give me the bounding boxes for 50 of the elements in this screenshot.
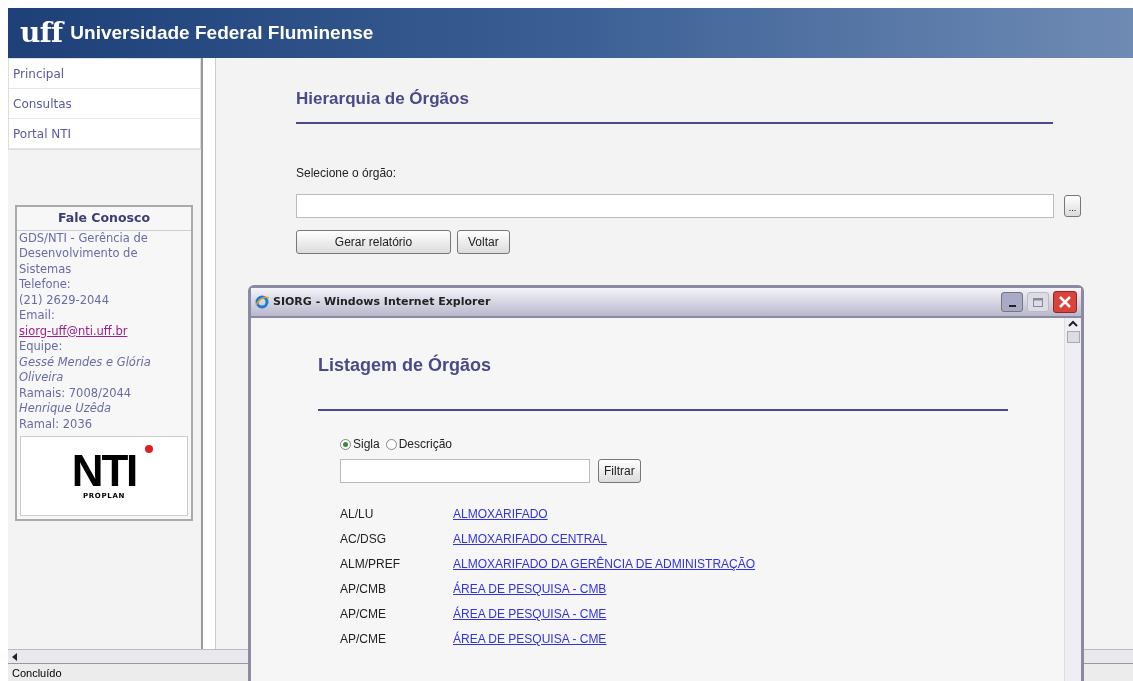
- filter-input-field[interactable]: [340, 459, 590, 483]
- browser-icon: [255, 295, 269, 309]
- popup-title: SIORG - Windows Internet Explorer: [273, 293, 492, 310]
- contact-text: Telefone:: [19, 277, 72, 293]
- contact-name: Gessé Mendes e Glória Oliveira: [19, 354, 152, 386]
- organ-code: AP/CME: [340, 606, 387, 623]
- organ-code: ALM/PREF: [340, 556, 401, 573]
- organ-input-field[interactable]: [296, 193, 1054, 218]
- close-icon: [1059, 296, 1071, 308]
- organ-code: AP/CMB: [340, 581, 387, 598]
- contact-text: (21) 2629-2044: [19, 292, 110, 309]
- vertical-scrollbar[interactable]: [1064, 318, 1081, 681]
- maximize-icon: [1033, 297, 1043, 307]
- scroll-left-icon: [12, 652, 18, 661]
- popup-heading: Listagem de Órgãos: [318, 352, 1008, 411]
- contact-text: Email:: [19, 308, 56, 324]
- organ-code: AL/LU: [340, 506, 375, 523]
- scroll-thumb: [1066, 331, 1080, 343]
- contact-text: GDS/NTI - Gerência de Desenvolvimento de Sistemas: [19, 230, 149, 278]
- sidebar-menu-item[interactable]: Consultas: [9, 89, 200, 119]
- logo-mark: NTI: [71, 451, 137, 491]
- contact-title: Fale Conosco: [17, 207, 191, 231]
- browse-button[interactable]: ...: [1064, 194, 1081, 217]
- organ-code: AC/DSG: [340, 531, 387, 548]
- sidebar-menu-item[interactable]: Portal NTI: [9, 119, 200, 149]
- filter-button[interactable]: Filtrar: [598, 459, 641, 483]
- email-link[interactable]: siorg-uff@nti.uff.br: [19, 323, 189, 340]
- radio-option[interactable]: Descrição: [385, 435, 453, 453]
- close-button[interactable]: [1053, 291, 1077, 313]
- field-label: Selecione o órgão:: [296, 164, 398, 182]
- scroll-up-icon: [1068, 320, 1078, 328]
- page-heading: Hierarquia de Órgãos: [296, 86, 1053, 124]
- sidebar-menu-item[interactable]: Principal: [9, 59, 200, 89]
- organ-link[interactable]: ÁREA DE PESQUISA - CME: [453, 605, 607, 623]
- contact-name: Henrique Uzêda: [19, 401, 113, 417]
- uff-logo: uff: [20, 19, 63, 47]
- site-title: Universidade Federal Fluminense: [70, 20, 374, 45]
- organ-link[interactable]: ALMOXARIFADO DA GERÊNCIA DE ADMINISTRAÇÃO: [453, 555, 756, 573]
- action-button[interactable]: Voltar: [457, 229, 510, 254]
- organ-link[interactable]: ALMOXARIFADO CENTRAL: [453, 530, 608, 548]
- contact-text: Ramal: 2036: [19, 416, 94, 433]
- organ-code: AP/CME: [340, 631, 387, 648]
- contact-text: Equipe:: [19, 339, 64, 355]
- minimize-button[interactable]: [1001, 292, 1023, 312]
- radio-option[interactable]: Sigla: [340, 435, 380, 453]
- organ-link[interactable]: ÁREA DE PESQUISA - CME: [453, 630, 607, 648]
- organ-link[interactable]: ALMOXARIFADO: [453, 505, 548, 523]
- contact-text: Ramais: 7008/2044: [19, 385, 133, 402]
- organ-link[interactable]: ÁREA DE PESQUISA - CMB: [453, 580, 607, 598]
- action-button[interactable]: Gerar relatório: [296, 229, 451, 254]
